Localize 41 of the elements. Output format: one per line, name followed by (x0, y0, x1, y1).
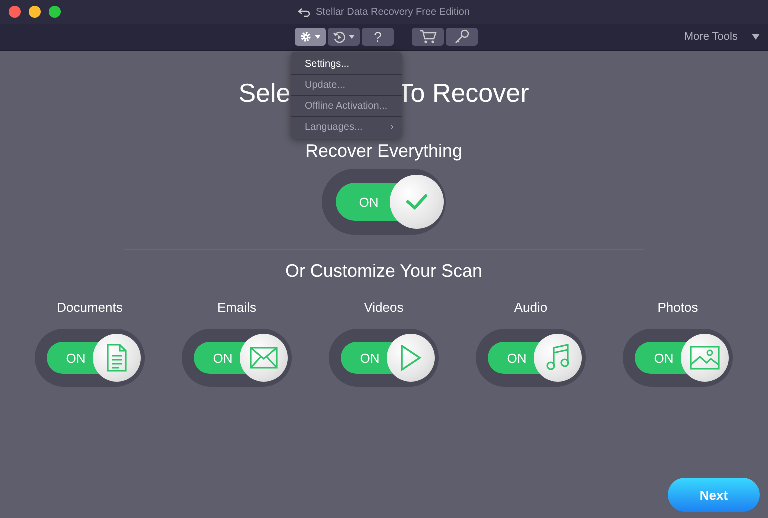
toggle-switch[interactable]: ON (35, 329, 145, 387)
category-label: Audio (514, 300, 548, 315)
menu-item[interactable]: Settings... (291, 54, 402, 75)
minimize-button[interactable] (29, 6, 41, 18)
key-icon (454, 29, 470, 45)
cart-icon (419, 30, 437, 44)
document-icon (106, 344, 128, 372)
toggle-switch[interactable]: ON (182, 329, 292, 387)
check-icon (405, 193, 429, 211)
caret-icon (349, 35, 355, 39)
toggle-switch[interactable]: ON (623, 329, 733, 387)
toggle-switch[interactable]: ON (322, 169, 446, 235)
toggle-switch[interactable]: ON (329, 329, 439, 387)
help-button[interactable]: ? (362, 28, 394, 46)
more-tools-button[interactable]: More Tools (678, 30, 766, 44)
next-button[interactable]: Next (668, 478, 760, 512)
play-icon (400, 345, 422, 371)
caret-icon (752, 34, 760, 40)
submenu-arrow: › (390, 122, 394, 132)
music-note-icon (546, 344, 570, 372)
settings-button[interactable] (295, 28, 326, 46)
category-label: Documents (57, 300, 123, 315)
back-arrow-icon (298, 8, 310, 16)
image-icon (690, 346, 720, 370)
page-heading: Sele (238, 78, 291, 108)
category-label: Emails (217, 300, 256, 315)
section-title: Recover Everything (305, 141, 463, 162)
close-button[interactable] (9, 6, 21, 18)
window-title: Stellar Data Recovery Free Edition (316, 6, 470, 18)
key-button[interactable] (446, 28, 478, 46)
gear-icon (300, 31, 312, 43)
history-icon (333, 30, 346, 44)
cart-button[interactable] (412, 28, 444, 46)
toggle-switch[interactable]: ON (476, 329, 586, 387)
section-title: Or Customize Your Scan (285, 261, 483, 282)
history-button[interactable] (328, 28, 360, 46)
envelope-icon (250, 347, 278, 369)
category-label: Photos (658, 300, 698, 315)
category-label: Videos (364, 300, 404, 315)
caret-icon (315, 35, 321, 39)
zoom-button[interactable] (49, 6, 61, 18)
